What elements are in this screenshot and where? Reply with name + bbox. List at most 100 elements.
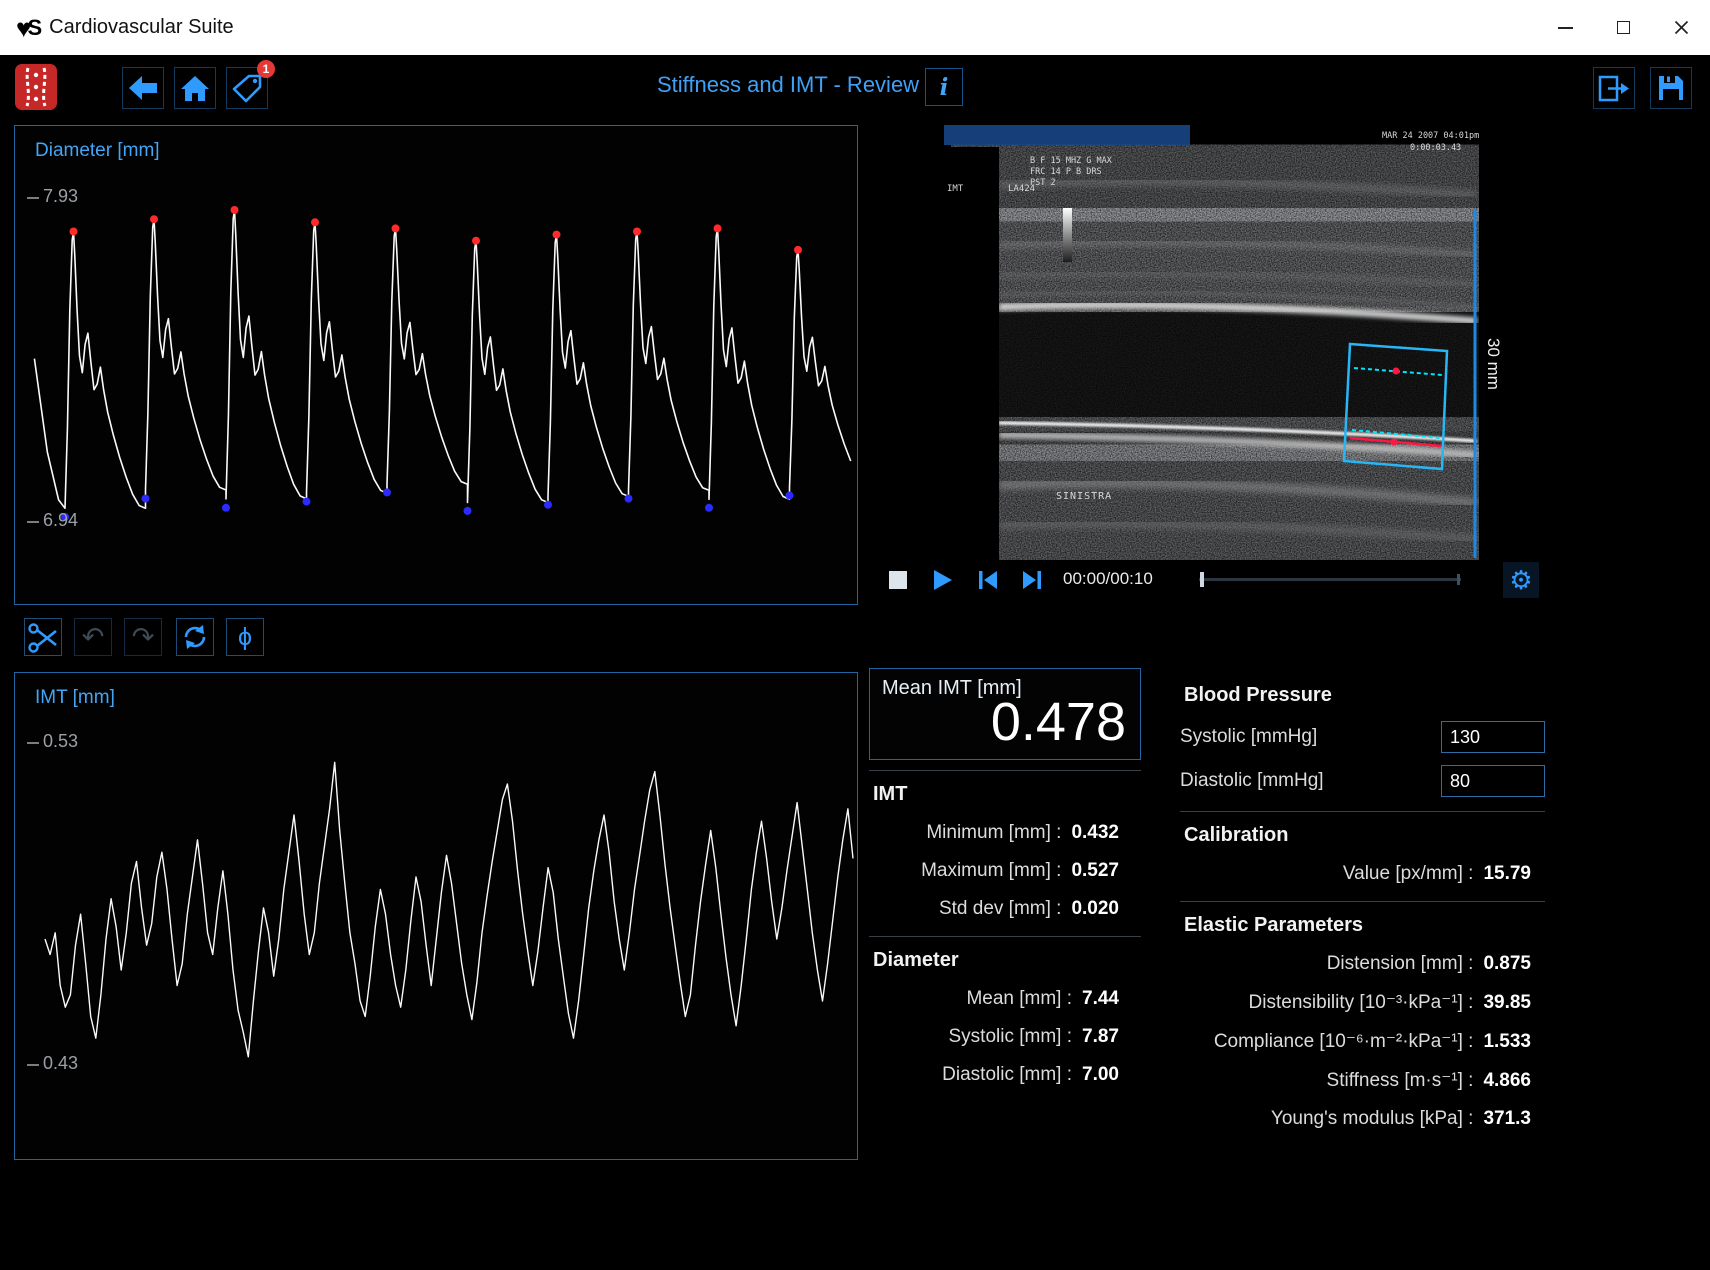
imt-y-min-label: 0.43 [27,1053,78,1074]
video-settings-button[interactable]: ⚙ [1503,562,1539,598]
step-back-button[interactable] [971,564,1005,596]
stat-row-diam-dia: Diastolic [mm] : 7.00 [869,1056,1141,1094]
diameter-y-max-label: 7.93 [27,186,78,207]
diastolic-row: Diastolic [mmHg] [1180,759,1545,803]
imt-y-max-label: 0.53 [27,731,78,752]
us-probe-label: LA424 [1008,184,1035,194]
close-icon [1674,20,1689,35]
diameter-y-min-label: 6.94 [27,510,78,531]
stat-label: Compliance [10⁻⁶·m⁻²·kPa⁻¹] : [1214,1030,1474,1053]
systolic-input[interactable] [1441,721,1545,753]
stat-value: 0.020 [1071,898,1119,920]
play-icon [930,568,954,592]
calibration-section: Calibration Value [px/mm] : 15.79 [1180,811,1545,901]
us-grayscale-bar [1063,208,1072,262]
systolic-row: Systolic [mmHg] [1180,715,1545,759]
page-title: Stiffness and IMT - Review [657,72,919,98]
redo-icon: ↷ [132,624,155,651]
seek-thumb[interactable] [1200,572,1204,587]
us-params-2: FRC 14 P B DRS [1030,167,1102,177]
us-side-label: SINISTRA [1056,491,1112,502]
playback-controls: 00:00/00:10 ⚙ [869,560,1545,600]
close-button[interactable] [1652,0,1710,55]
stat-value: 1.533 [1483,1031,1531,1053]
mean-imt-value: 0.478 [991,691,1126,753]
imt-plot[interactable] [15,673,857,1159]
stop-icon [887,569,909,591]
ultrasound-video[interactable]: MAR 24 2007 04:01pm 0:00:03.43 B F 15 MH… [944,125,1479,560]
us-clock: 0:00:03.43 [1410,143,1461,153]
stat-label: Mean [mm] : [966,988,1072,1010]
info-icon: i [940,74,949,101]
seek-track[interactable] [1199,578,1461,581]
app-window: ♥ S Cardiovascular Suite [0,0,1710,1270]
window-controls [1536,0,1710,55]
back-button[interactable] [122,67,164,109]
stat-value: 4.866 [1483,1070,1531,1092]
us-params-1: B F 15 MHZ G MAX [1030,156,1113,166]
scissors-icon [27,621,59,653]
export-icon [1597,72,1631,104]
blood-pressure-section: Blood Pressure Systolic [mmHg] Diastolic… [1180,672,1545,811]
seek-bar[interactable] [1199,568,1461,592]
stat-value: 15.79 [1483,863,1531,885]
stats-right-column: Blood Pressure Systolic [mmHg] Diastolic… [1180,672,1545,1146]
diameter-plot[interactable] [15,126,857,604]
annotations-button[interactable]: 1 [226,67,268,109]
undo-button[interactable]: ↶ [74,618,112,656]
main-toolbar: 1 Stiffness and IMT - Review i [0,55,1710,120]
cut-selection-button[interactable] [24,618,62,656]
stat-row-imt-stddev: Std dev [mm] : 0.020 [869,890,1141,928]
diameter-chart-panel: Diameter [mm] 7.93 6.94 [14,125,858,605]
imt-chart-title: IMT [mm] [35,687,115,709]
diastolic-label: Diastolic [mmHg] [1180,770,1324,792]
stop-button[interactable] [881,564,915,596]
maximize-icon [1617,21,1630,34]
save-button[interactable] [1650,67,1692,109]
imt-stats-section: IMT Minimum [mm] : 0.432 Maximum [mm] : … [869,770,1141,936]
step-forward-button[interactable] [1015,564,1049,596]
info-button[interactable]: i [925,68,963,106]
depth-range-label: 30 mm [1483,338,1503,390]
us-datetime: MAR 24 2007 04:01pm [1382,131,1479,141]
titlebar: ♥ S Cardiovascular Suite [0,0,1710,55]
us-header-highlight [944,125,1190,145]
gear-icon: ⚙ [1509,567,1532,593]
redo-button[interactable]: ↷ [124,618,162,656]
stat-row-calibration: Value [px/mm] : 15.79 [1180,855,1545,893]
stat-label: Value [px/mm] : [1343,863,1474,885]
elastic-parameters-header: Elastic Parameters [1180,908,1545,945]
stat-row-youngs-modulus: Young's modulus [kPa] : 371.3 [1180,1100,1545,1138]
export-report-button[interactable] [1593,67,1635,109]
imt-section-header: IMT [869,777,1141,814]
stat-row-distensibility: Distensibility [10⁻³·kPa⁻¹] : 39.85 [1180,983,1545,1022]
play-button[interactable] [925,564,959,596]
stat-value: 0.527 [1071,860,1119,882]
app-logo-icon [14,63,58,111]
stat-label: Stiffness [m·s⁻¹] : [1327,1069,1474,1092]
phase-button[interactable]: ϕ [226,618,264,656]
seek-end-tick [1457,574,1460,585]
stat-value: 7.87 [1082,1026,1119,1048]
systolic-label: Systolic [mmHg] [1180,726,1317,748]
tag-icon [231,72,263,104]
stat-row-compliance: Compliance [10⁻⁶·m⁻²·kPa⁻¹] : 1.533 [1180,1022,1545,1061]
undo-icon: ↶ [82,624,105,651]
diastolic-input[interactable] [1441,765,1545,797]
playback-time: 00:00/00:10 [1063,569,1153,589]
stat-row-diam-sys: Systolic [mm] : 7.87 [869,1018,1141,1056]
recompute-button[interactable] [176,618,214,656]
stat-row-stiffness: Stiffness [m·s⁻¹] : 4.866 [1180,1061,1545,1100]
minimize-button[interactable] [1536,0,1594,55]
ultrasound-image: MAR 24 2007 04:01pm 0:00:03.43 B F 15 MH… [944,125,1479,560]
diameter-section-header: Diameter [869,943,1141,980]
imt-chart-panel: IMT [mm] 0.53 0.43 [14,672,858,1160]
save-icon [1655,72,1687,104]
stat-label: Distensibility [10⁻³·kPa⁻¹] : [1249,991,1474,1014]
home-icon [179,72,211,104]
maximize-button[interactable] [1594,0,1652,55]
stat-value: 0.432 [1071,822,1119,844]
home-button[interactable] [174,67,216,109]
window-title: Cardiovascular Suite [49,16,234,39]
diameter-stats-section: Diameter Mean [mm] : 7.44 Systolic [mm] … [869,936,1141,1102]
